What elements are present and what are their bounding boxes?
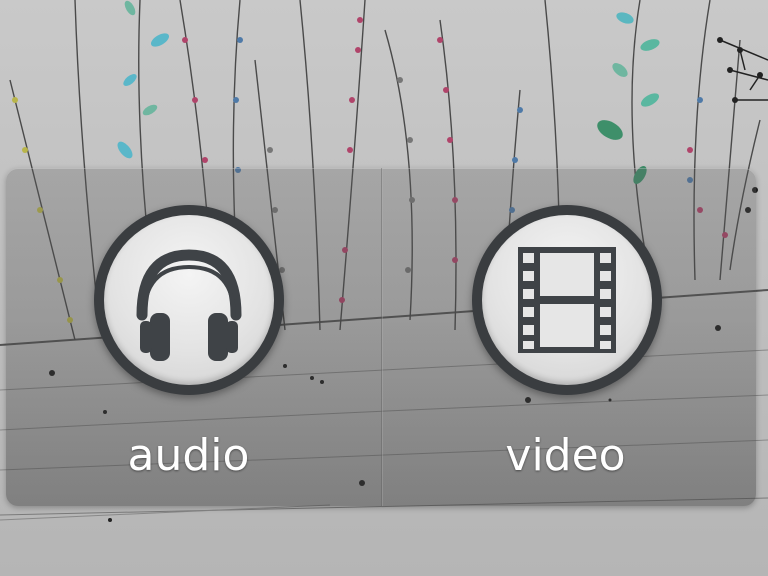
audio-label: audio: [127, 430, 250, 481]
audio-button-face: [104, 215, 274, 385]
video-button[interactable]: [472, 205, 662, 395]
media-launcher-screen: audio video: [0, 0, 768, 576]
film-strip-icon: [518, 247, 616, 353]
audio-button[interactable]: [94, 205, 284, 395]
audio-tile[interactable]: audio: [6, 168, 381, 506]
video-tile[interactable]: video: [381, 168, 756, 506]
video-label: video: [505, 430, 626, 481]
media-choice-panel: audio video: [6, 168, 756, 506]
video-button-face: [482, 215, 652, 385]
headphones-icon: [136, 249, 242, 361]
